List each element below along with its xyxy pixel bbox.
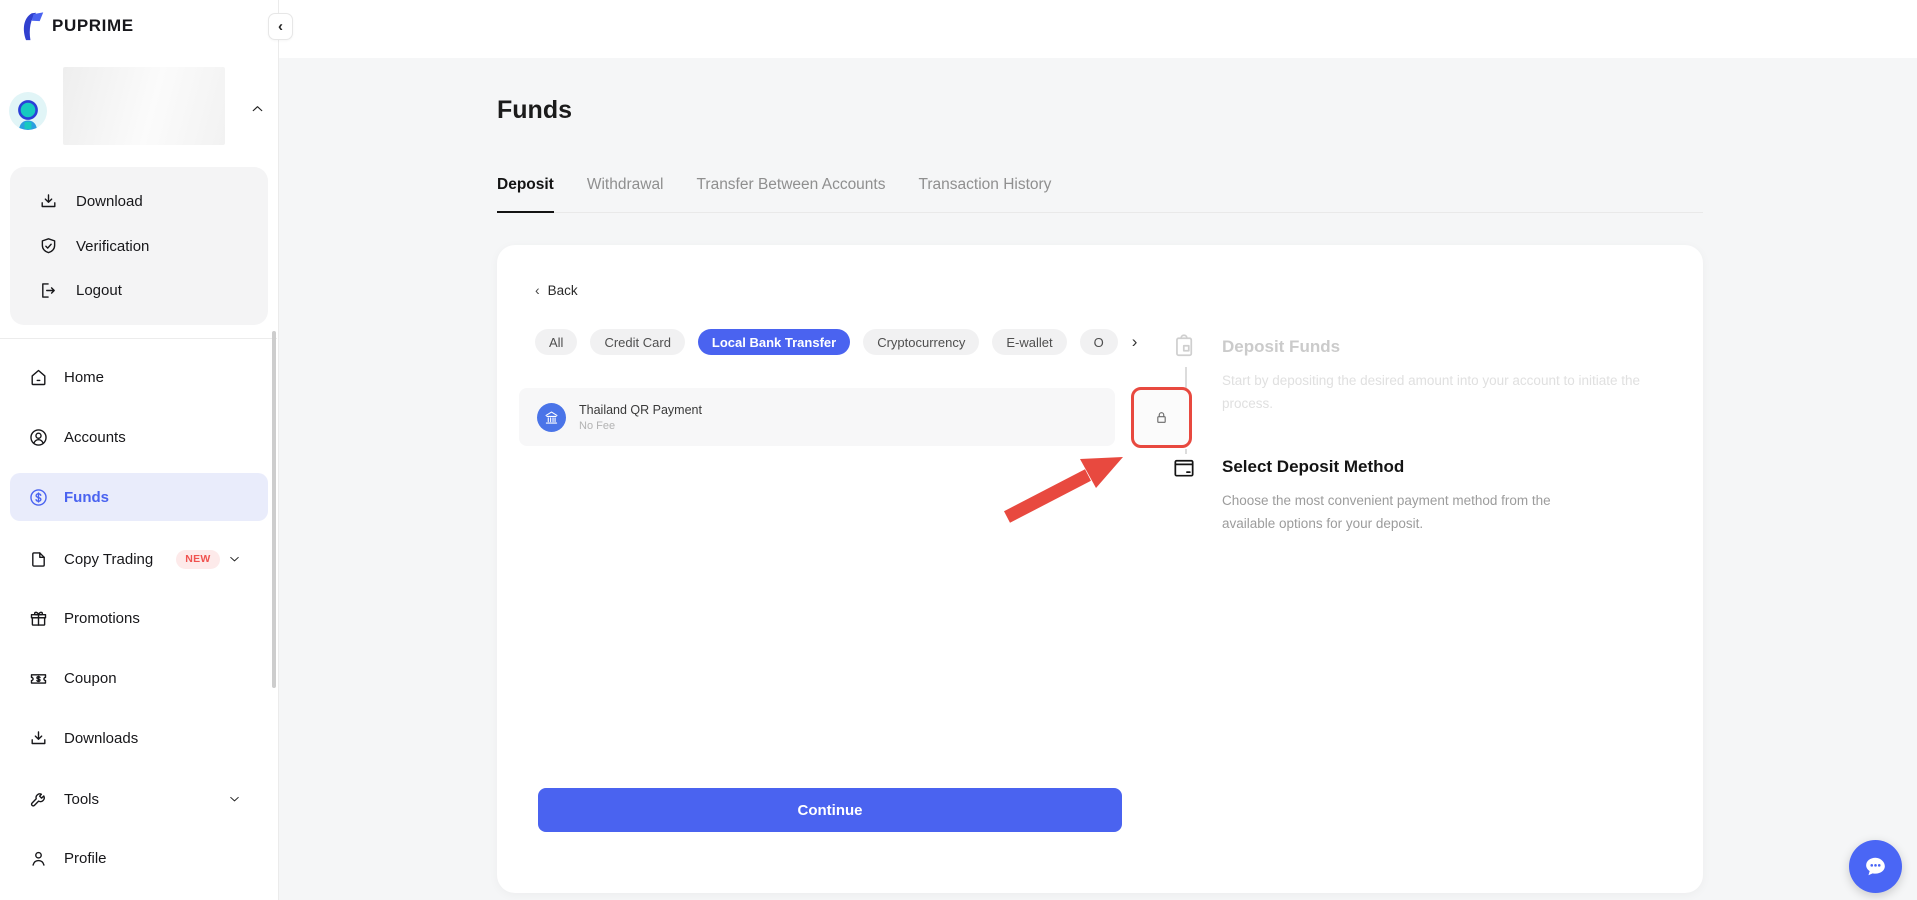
accounts-icon <box>28 427 49 448</box>
shield-check-icon <box>38 236 59 257</box>
logout-icon <box>38 280 59 301</box>
sidebar-item-label: Profile <box>64 850 107 867</box>
clipboard-icon <box>1171 333 1197 359</box>
puprime-logo-icon <box>15 10 45 42</box>
step-2-title: Select Deposit Method <box>1222 457 1404 477</box>
step-2-description: Choose the most convenient payment metho… <box>1222 490 1574 535</box>
payment-card-icon <box>1171 455 1197 481</box>
robot-avatar-icon <box>13 97 43 130</box>
chevron-left-icon: ‹ <box>535 282 540 298</box>
user-avatar[interactable] <box>9 92 47 130</box>
sidebar-item-profile[interactable]: Profile <box>10 834 268 882</box>
chat-widget-button[interactable] <box>1849 840 1902 893</box>
filter-chip-other-truncated[interactable]: O <box>1080 329 1118 355</box>
brand-name: PUPRIME <box>52 16 134 36</box>
sidebar-item-label: Home <box>64 369 104 386</box>
chevron-down-icon <box>227 792 242 807</box>
funds-tabs: Deposit Withdrawal Transfer Between Acco… <box>497 168 1703 213</box>
sidebar-item-accounts[interactable]: Accounts <box>10 413 268 461</box>
wrench-icon <box>28 789 49 810</box>
sidebar-collapse-button[interactable]: ‹ <box>268 13 293 40</box>
tab-deposit[interactable]: Deposit <box>497 168 554 212</box>
step-1-description: Start by depositing the desired amount i… <box>1222 370 1674 415</box>
sidebar-item-tools[interactable]: Tools <box>10 775 268 823</box>
bank-icon <box>537 403 566 432</box>
step-1-title: Deposit Funds <box>1222 337 1340 357</box>
sidebar-item-label: Download <box>76 193 143 210</box>
back-link[interactable]: ‹ Back <box>535 282 578 298</box>
new-badge: NEW <box>176 550 219 569</box>
sidebar-item-label: Downloads <box>64 730 138 747</box>
chevron-left-icon: ‹ <box>278 18 283 35</box>
payment-method-name: Thailand QR Payment <box>579 403 702 417</box>
sidebar-scrollbar[interactable] <box>272 331 276 688</box>
gift-icon <box>28 608 49 629</box>
profile-icon <box>28 848 49 869</box>
sidebar-item-coupon[interactable]: Coupon <box>10 654 268 702</box>
chevron-right-icon[interactable]: › <box>1132 332 1138 352</box>
sidebar-divider <box>0 338 277 339</box>
red-arrow-annotation <box>995 437 1135 529</box>
sidebar-item-copy-trading[interactable]: Copy Trading NEW <box>10 535 268 583</box>
chat-bubble-icon <box>1862 853 1889 880</box>
sidebar-item-label: Coupon <box>64 670 117 687</box>
brand-logo[interactable]: PUPRIME <box>15 10 134 42</box>
sidebar-item-label: Verification <box>76 238 149 255</box>
step-connector-line <box>1185 449 1187 454</box>
sidebar-item-promotions[interactable]: Promotions <box>10 594 268 642</box>
tab-withdrawal[interactable]: Withdrawal <box>587 168 664 212</box>
page-title: Funds <box>497 96 572 125</box>
filter-chip-local-bank-transfer[interactable]: Local Bank Transfer <box>698 329 850 355</box>
sidebar-item-label: Copy Trading <box>64 551 153 568</box>
sidebar-item-label: Funds <box>64 489 109 506</box>
sidebar-item-download[interactable]: Download <box>10 191 268 212</box>
account-actions-group: Download Verification Logout <box>10 167 268 325</box>
filter-chip-all[interactable]: All <box>535 329 577 355</box>
filter-chip-credit-card[interactable]: Credit Card <box>590 329 684 355</box>
sidebar-item-funds[interactable]: Funds <box>10 473 268 521</box>
deposit-card: ‹ Back All Credit Card Local Bank Transf… <box>497 245 1703 893</box>
sidebar-item-label: Tools <box>64 791 99 808</box>
sidebar-item-downloads[interactable]: Downloads <box>10 714 268 762</box>
filter-chip-cryptocurrency[interactable]: Cryptocurrency <box>863 329 979 355</box>
filter-chip-e-wallet[interactable]: E-wallet <box>992 329 1066 355</box>
copy-trading-icon <box>28 549 49 570</box>
account-info-skeleton <box>63 67 225 145</box>
sidebar-item-label: Promotions <box>64 610 140 627</box>
funds-icon <box>28 487 49 508</box>
step-connector-line <box>1185 367 1187 388</box>
continue-button[interactable]: Continue <box>538 788 1122 832</box>
payment-filter-chips: All Credit Card Local Bank Transfer Cryp… <box>535 329 1137 355</box>
back-label: Back <box>548 283 578 298</box>
chevron-up-icon[interactable] <box>249 100 266 117</box>
downloads-icon <box>28 728 49 749</box>
tab-transfer-between-accounts[interactable]: Transfer Between Accounts <box>697 168 886 212</box>
chevron-down-icon <box>227 552 242 567</box>
sidebar-item-label: Accounts <box>64 429 126 446</box>
top-bar: Deposit <box>279 0 1917 58</box>
sidebar-item-verification[interactable]: Verification <box>10 236 268 257</box>
payment-method-thailand-qr[interactable]: Thailand QR Payment No Fee <box>519 388 1115 446</box>
download-icon <box>38 191 59 212</box>
home-icon <box>28 367 49 388</box>
highlight-box <box>1131 387 1192 448</box>
sidebar-item-label: Logout <box>76 282 122 299</box>
coupon-icon <box>28 668 49 689</box>
tab-transaction-history[interactable]: Transaction History <box>918 168 1051 212</box>
payment-method-text: Thailand QR Payment No Fee <box>579 403 702 432</box>
payment-method-fee: No Fee <box>579 420 702 432</box>
sidebar: PUPRIME Download Verification Logout <box>0 0 279 900</box>
sidebar-item-home[interactable]: Home <box>10 353 268 401</box>
sidebar-item-logout[interactable]: Logout <box>10 280 268 301</box>
lock-icon <box>1153 409 1170 426</box>
